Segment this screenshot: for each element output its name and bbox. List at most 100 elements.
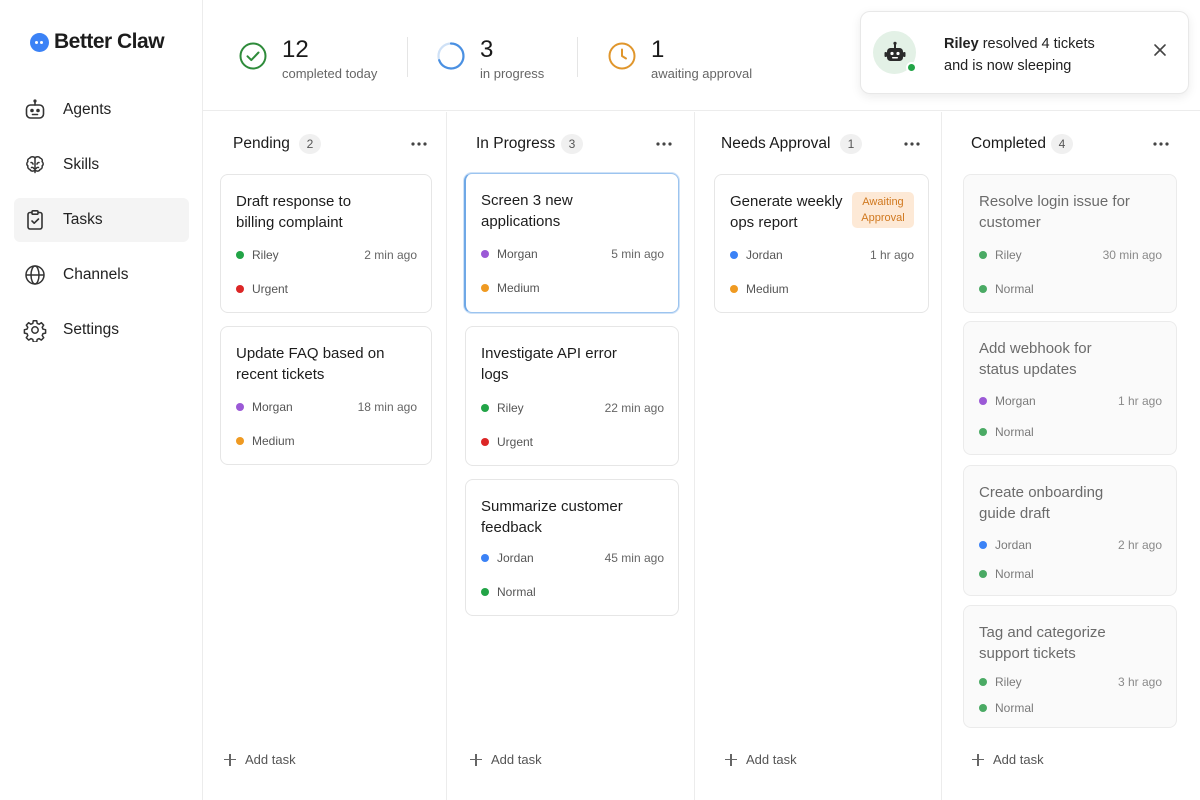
brand-name: Better Claw (54, 30, 165, 53)
task-title: Create onboarding guide draft (979, 484, 1104, 522)
task-card-selected[interactable]: Screen 3 new applications Morgan 5 min a… (464, 173, 679, 313)
add-task-button[interactable]: Add task (470, 752, 542, 767)
more-options-icon[interactable] (902, 134, 922, 154)
task-title: Summarize customer feedback (481, 498, 623, 536)
task-meta: Morgan 18 min ago (236, 400, 417, 414)
plus-icon (224, 753, 236, 766)
column-title: In Progress (476, 135, 556, 152)
task-meta: Jordan 2 hr ago (979, 538, 1162, 552)
stat-label: completed today (282, 66, 378, 81)
task-card[interactable]: Summarize customer feedback Jordan 45 mi… (465, 479, 679, 616)
task-assignee: Morgan (995, 394, 1036, 408)
task-time: 2 hr ago (1117, 538, 1162, 552)
add-task-button[interactable]: Add task (972, 752, 1044, 767)
task-card[interactable]: Update FAQ based on recent tickets Morga… (220, 326, 432, 465)
assignee-dot (979, 251, 987, 259)
gear-icon (23, 318, 47, 342)
priority-dot (236, 437, 244, 445)
add-task-button[interactable]: Add task (224, 752, 296, 767)
add-task-label: Add task (245, 752, 296, 767)
notification-toast: Riley resolved 4 tickets and is now slee… (860, 11, 1189, 94)
brand[interactable]: Better Claw (30, 30, 165, 54)
brain-icon (23, 153, 47, 177)
task-priority: Normal (979, 425, 1162, 439)
column-title: Needs Approval (721, 135, 831, 152)
clipboard-check-icon (23, 208, 47, 232)
column-title: Completed (971, 135, 1046, 152)
sidebar-item-agents[interactable]: Agents (14, 88, 189, 132)
priority-dot (481, 588, 489, 596)
task-priority: Normal (481, 585, 664, 599)
sidebar-item-tasks[interactable]: Tasks (14, 198, 189, 242)
task-assignee: Riley (995, 675, 1022, 689)
plus-icon (725, 753, 737, 766)
priority-label: Medium (497, 281, 540, 295)
more-options-icon[interactable] (409, 134, 429, 154)
task-time: 5 min ago (611, 247, 664, 261)
close-icon[interactable] (1152, 42, 1168, 58)
stat-in-progress: 3 in progress (436, 36, 544, 81)
task-card-completed[interactable]: Add webhook for status updates Morgan 1 … (963, 321, 1177, 455)
kanban-board: Pending 2 Draft response to billing comp… (203, 112, 1200, 800)
more-options-icon[interactable] (1151, 134, 1171, 154)
column-needs-approval: Needs Approval 1 Generate weekly ops rep… (696, 112, 942, 800)
assignee-dot (979, 678, 987, 686)
task-card[interactable]: Investigate API error logs Riley 22 min … (465, 326, 679, 466)
task-assignee: Jordan (746, 248, 783, 262)
progress-ring-icon (437, 42, 465, 70)
task-meta: Riley 2 min ago (236, 248, 417, 262)
assignee-dot (730, 251, 738, 259)
sidebar-item-settings[interactable]: Settings (14, 308, 189, 352)
column-header: Completed 4 (943, 134, 1200, 154)
online-status-dot (906, 62, 917, 73)
task-meta: Riley 30 min ago (979, 248, 1162, 262)
clock-icon (608, 42, 636, 70)
task-card[interactable]: Draft response to billing complaint Rile… (220, 174, 432, 313)
task-time: 2 min ago (364, 248, 417, 262)
task-card-completed[interactable]: Resolve login issue for customer Riley 3… (963, 174, 1177, 313)
column-pending: Pending 2 Draft response to billing comp… (203, 112, 447, 800)
task-title: Screen 3 new applications (481, 192, 573, 230)
column-header: Pending 2 (203, 134, 446, 154)
globe-icon (23, 263, 47, 287)
more-options-icon[interactable] (654, 134, 674, 154)
task-meta: Morgan 5 min ago (481, 247, 664, 261)
task-meta: Riley 3 hr ago (979, 675, 1162, 689)
task-card[interactable]: Generate weekly ops report Awaiting Appr… (714, 174, 929, 313)
assignee-dot (236, 251, 244, 259)
task-title: Update FAQ based on recent tickets (236, 345, 385, 383)
priority-label: Normal (497, 585, 536, 599)
task-time: 1 hr ago (1117, 394, 1162, 408)
priority-label: Normal (995, 701, 1034, 715)
priority-label: Medium (252, 434, 295, 448)
task-time: 18 min ago (357, 400, 417, 414)
stat-completed: 12 completed today (238, 36, 377, 81)
sidebar-item-label: Agents (63, 101, 112, 118)
toast-agent-name: Riley (944, 36, 979, 52)
task-card-completed[interactable]: Create onboarding guide draft Jordan 2 h… (963, 465, 1177, 596)
task-priority: Urgent (481, 435, 664, 449)
add-task-button[interactable]: Add task (725, 752, 797, 767)
priority-dot (979, 570, 987, 578)
task-title: Tag and categorize support tickets (979, 624, 1106, 662)
priority-label: Normal (995, 282, 1034, 296)
column-count-badge: 4 (1051, 134, 1073, 154)
sidebar-item-channels[interactable]: Channels (14, 253, 189, 297)
priority-label: Urgent (497, 435, 534, 449)
priority-dot (979, 428, 987, 436)
check-circle-icon (239, 42, 267, 70)
priority-dot (979, 285, 987, 293)
priority-label: Urgent (252, 282, 289, 296)
plus-icon (470, 753, 482, 766)
task-priority: Normal (979, 701, 1162, 715)
column-completed: Completed 4 Resolve login issue for cust… (943, 112, 1200, 800)
sidebar-nav: Agents Skills Tasks Channels Settings (14, 88, 189, 363)
task-card-completed[interactable]: Tag and categorize support tickets Riley… (963, 605, 1177, 728)
task-priority: Medium (730, 282, 914, 296)
task-priority: Normal (979, 567, 1162, 581)
sidebar-item-skills[interactable]: Skills (14, 143, 189, 187)
task-priority: Urgent (236, 282, 417, 296)
divider (577, 37, 578, 77)
task-assignee: Morgan (497, 247, 538, 261)
assignee-dot (979, 397, 987, 405)
